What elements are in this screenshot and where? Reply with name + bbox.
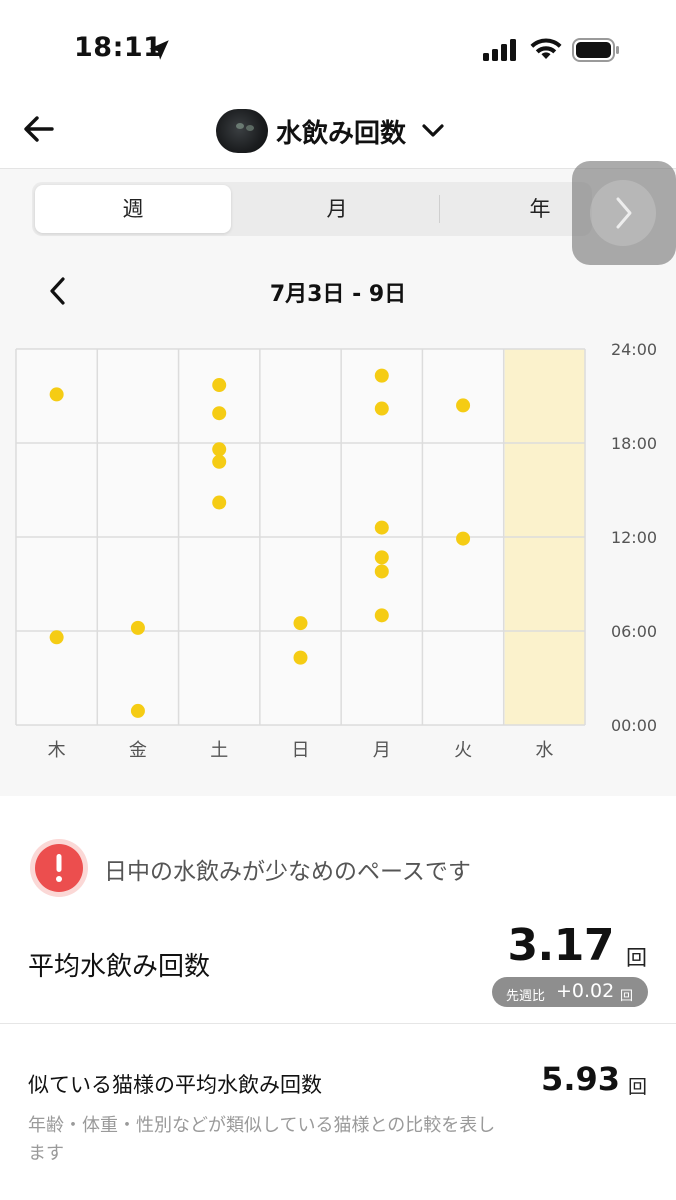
pace-alert: 日中の水飲みが少なめのペースです [28, 836, 648, 900]
similar-cats-value: 5.93 [541, 1060, 620, 1098]
exclamation-alert-icon [30, 839, 88, 897]
drink-event-point [212, 495, 227, 510]
drink-event-point [374, 564, 389, 579]
drink-event-point [212, 454, 227, 469]
day-label: 月 [373, 740, 391, 761]
drink-event-point [49, 630, 64, 645]
comparison-unit: 回 [620, 989, 634, 1004]
y-tick-label: 12:00 [611, 528, 657, 547]
comparison-label: 先週比 [506, 989, 546, 1004]
week-comparison-badge: 先週比 +0.02 回 [492, 977, 648, 1007]
y-tick-label: 00:00 [611, 716, 657, 735]
drink-event-point [374, 401, 389, 416]
drink-event-point [293, 616, 308, 631]
y-tick-label: 24:00 [611, 340, 657, 359]
drink-event-point [374, 520, 389, 535]
section-divider [0, 1023, 676, 1024]
drink-event-point [293, 650, 308, 665]
day-label: 水 [535, 740, 553, 761]
similar-cats-note: 年齢・体重・性別などが類似している猫様との比較を表します [28, 1115, 496, 1164]
similar-cats-label: 似ている猫様の平均水飲み回数 [28, 1073, 322, 1097]
drink-event-point [456, 531, 471, 546]
comparison-value: +0.02 [556, 980, 615, 1002]
drink-event-point [374, 550, 389, 565]
alert-message: 日中の水飲みが少なめのペースです [104, 859, 471, 885]
average-value: 3.17 [507, 920, 614, 971]
drink-event-point [212, 406, 227, 421]
day-label: 木 [48, 740, 66, 761]
y-tick-label: 06:00 [611, 622, 657, 641]
drink-event-point [374, 368, 389, 383]
similar-cats-unit: 回 [628, 1076, 648, 1098]
average-unit: 回 [626, 946, 647, 970]
drinking-time-scatter-chart: 00:00 06:00 12:00 18:00 24:00 木 金 土 日 月 火 水 [15, 340, 657, 761]
drink-event-point [49, 387, 64, 402]
y-tick-label: 18:00 [611, 434, 657, 453]
day-label: 金 [129, 740, 147, 761]
average-label: 平均水飲み回数 [28, 952, 211, 982]
drink-event-point [212, 378, 227, 393]
drink-event-point [130, 703, 145, 718]
drink-event-point [212, 442, 227, 457]
drink-event-point [374, 608, 389, 623]
drink-event-point [130, 620, 145, 635]
day-label: 日 [292, 740, 310, 761]
day-label: 火 [454, 740, 472, 761]
day-label: 土 [210, 740, 228, 761]
drink-event-point [456, 398, 471, 413]
